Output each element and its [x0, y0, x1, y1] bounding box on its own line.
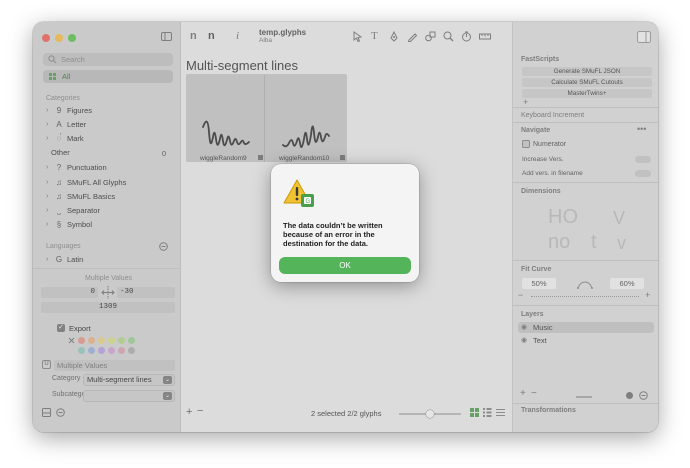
ok-button[interactable]: OK — [279, 257, 411, 274]
svg-text:G: G — [306, 199, 311, 205]
dialog-message: The data couldn’t be written because of … — [283, 221, 383, 248]
warning-icon: G — [283, 179, 314, 207]
error-dialog: G The data couldn’t be written because o… — [271, 164, 419, 282]
